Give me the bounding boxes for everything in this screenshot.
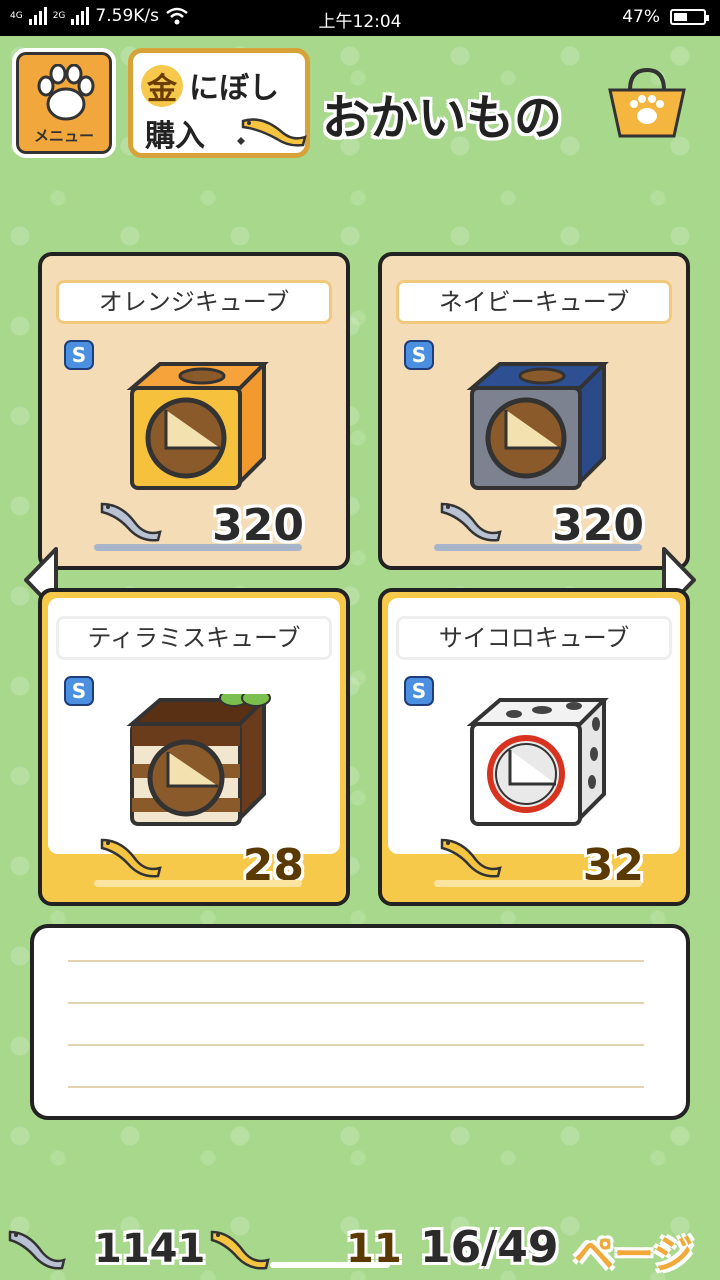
paw-icon xyxy=(37,64,95,121)
clock: 上午12:04 xyxy=(318,12,402,32)
size-badge: S xyxy=(404,676,434,706)
buy-gold-niboshi-button[interactable]: 金 にぼし 購入 xyxy=(128,48,310,158)
item-name: サイコロキューブ xyxy=(396,616,672,660)
gold-niboshi-fish-icon xyxy=(440,838,502,878)
niboshi-count: 1141 xyxy=(94,1226,206,1272)
item-name: オレンジキューブ xyxy=(56,280,332,324)
dice-cube-image xyxy=(466,698,609,826)
item-card-dice-cube[interactable]: サイコロキューブ S 32 xyxy=(378,588,690,906)
battery-icon xyxy=(670,9,709,25)
niboshi-fish-icon xyxy=(440,502,502,542)
tiramisu-cube-image xyxy=(126,694,271,826)
price-underline xyxy=(434,880,642,887)
item-name: ティラミスキューブ xyxy=(56,616,332,660)
orange-cube-image xyxy=(126,362,269,490)
page-title: おかいもの xyxy=(322,90,563,146)
niboshi-fish-icon xyxy=(8,1230,66,1270)
gold-niboshi-fish-icon xyxy=(210,1230,270,1270)
gold-fish-icon xyxy=(237,118,307,147)
navy-cube-image xyxy=(466,362,609,490)
menu-button[interactable]: メニュー xyxy=(12,48,116,158)
menu-label: メニュー xyxy=(33,127,94,145)
status-bar: 4G 2G 7.59K/s 上午12:04 47% xyxy=(0,0,720,36)
size-badge: S xyxy=(404,340,434,370)
price-underline xyxy=(94,880,302,887)
gold-niboshi-count: 11 xyxy=(346,1226,402,1272)
battery-percent: 47% xyxy=(622,7,660,27)
message-box xyxy=(30,924,690,1120)
size-badge: S xyxy=(64,676,94,706)
item-card-navy-cube[interactable]: ネイビーキューブ S 320 xyxy=(378,252,690,570)
gold-niboshi-fish-icon xyxy=(100,838,162,878)
item-card-tiramisu-cube[interactable]: ティラミスキューブ S 28 xyxy=(38,588,350,906)
page-indicator: 16/49 xyxy=(420,1222,559,1273)
item-card-orange-cube[interactable]: オレンジキューブ S 320 xyxy=(38,252,350,570)
shopping-bag-icon xyxy=(608,67,686,138)
price-underline xyxy=(434,544,642,551)
gold-button-line2: 購入 xyxy=(145,119,205,154)
item-name: ネイビーキューブ xyxy=(396,280,672,324)
niboshi-fish-icon xyxy=(100,502,162,542)
price-underline xyxy=(94,544,302,551)
page-suffix: ページ xyxy=(574,1232,694,1278)
gold-button-line1: にぼし xyxy=(189,71,279,106)
gold-kanji: 金 xyxy=(141,65,183,107)
size-badge: S xyxy=(64,340,94,370)
